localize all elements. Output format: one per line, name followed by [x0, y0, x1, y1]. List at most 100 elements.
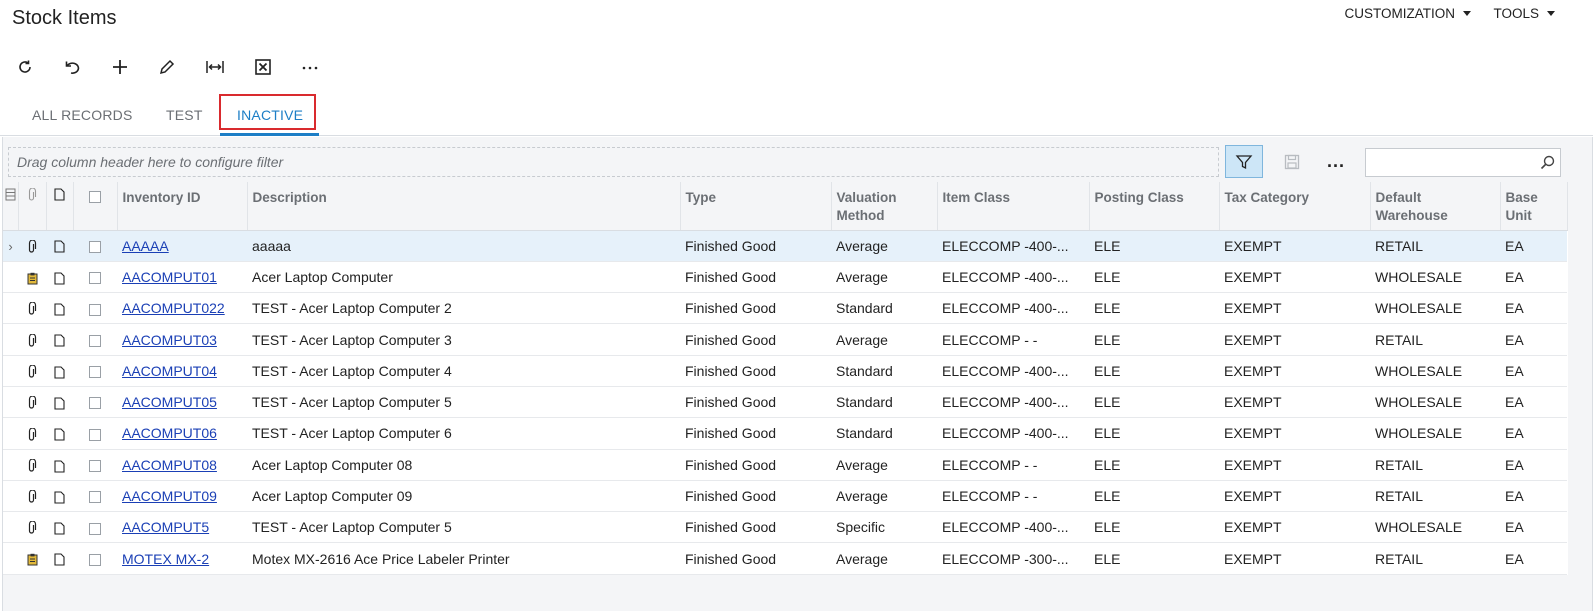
- row-checkbox[interactable]: [89, 334, 101, 347]
- row-checkbox[interactable]: [89, 366, 101, 379]
- more-actions-button[interactable]: [297, 54, 323, 80]
- row-indicator-cell[interactable]: [3, 511, 18, 544]
- attachment-cell[interactable]: [18, 323, 46, 356]
- select-cell[interactable]: [73, 480, 117, 513]
- row-indicator-cell[interactable]: [3, 542, 18, 575]
- attachment-cell[interactable]: [18, 386, 46, 419]
- save-filter-button[interactable]: [1273, 145, 1311, 178]
- tools-menu[interactable]: TOOLS: [1493, 6, 1555, 21]
- select-all-checkbox[interactable]: [89, 191, 101, 204]
- notes-cell[interactable]: [46, 355, 73, 387]
- select-cell[interactable]: [73, 261, 117, 294]
- row-checkbox[interactable]: [89, 272, 101, 285]
- notes-cell[interactable]: [46, 261, 73, 294]
- select-cell[interactable]: [73, 355, 117, 387]
- row-checkbox[interactable]: [89, 522, 101, 535]
- tab-all-records[interactable]: ALL RECORDS: [32, 107, 133, 123]
- attachment-cell[interactable]: [18, 542, 46, 575]
- table-row[interactable]: AACOMPUT03 TEST - Acer Laptop Computer 3F…: [3, 323, 1567, 356]
- notes-cell[interactable]: [46, 417, 73, 450]
- table-row[interactable]: AACOMPUT06 TEST - Acer Laptop Computer 6F…: [3, 417, 1567, 450]
- row-checkbox[interactable]: [89, 553, 101, 566]
- export-excel-button[interactable]: [250, 54, 276, 80]
- attachment-cell[interactable]: [18, 261, 46, 294]
- column-header-posting-class[interactable]: Posting Class: [1089, 182, 1220, 231]
- column-header-valuation-method[interactable]: Valuation Method: [831, 182, 938, 231]
- row-checkbox[interactable]: [89, 303, 101, 316]
- refresh-button[interactable]: [12, 54, 38, 80]
- edit-button[interactable]: [154, 54, 180, 80]
- notes-cell[interactable]: [46, 480, 73, 513]
- select-cell[interactable]: [73, 449, 117, 481]
- customization-menu[interactable]: CUSTOMIZATION: [1345, 6, 1471, 21]
- table-row[interactable]: › AAAAA aaaaa Finished Good Average ELECCOMP …: [3, 230, 1567, 262]
- row-checkbox[interactable]: [89, 460, 101, 473]
- notes-header[interactable]: [46, 182, 74, 231]
- select-cell[interactable]: [73, 292, 117, 325]
- inventory-id-link[interactable]: AACOMPUT04: [122, 363, 217, 379]
- attachment-cell[interactable]: [18, 449, 46, 481]
- inventory-id-link[interactable]: AACOMPUT08: [122, 457, 217, 473]
- search-icon[interactable]: [1539, 154, 1556, 171]
- filter-drop-zone[interactable]: Drag column header here to configure fil…: [8, 147, 1219, 177]
- table-row[interactable]: AACOMPUT09 Acer Laptop Computer 09 Finishe…: [3, 480, 1567, 513]
- attachment-cell[interactable]: [18, 355, 46, 387]
- column-header-description[interactable]: Description: [247, 182, 681, 231]
- select-cell[interactable]: [73, 417, 117, 450]
- inventory-id-link[interactable]: AACOMPUT09: [122, 488, 217, 504]
- inventory-id-link[interactable]: AACOMPUT01: [122, 269, 217, 285]
- attachment-cell[interactable]: [18, 292, 46, 325]
- attachment-cell[interactable]: [18, 230, 46, 262]
- row-indicator-cell[interactable]: [3, 386, 18, 419]
- row-checkbox[interactable]: [89, 491, 101, 504]
- table-row[interactable]: AACOMPUT08 Acer Laptop Computer 08 Finishe…: [3, 449, 1567, 481]
- add-button[interactable]: [107, 54, 133, 80]
- row-indicator-cell[interactable]: [3, 417, 18, 450]
- select-cell[interactable]: [73, 542, 117, 575]
- column-header-inventory-id[interactable]: Inventory ID: [117, 182, 248, 231]
- row-checkbox[interactable]: [89, 428, 101, 441]
- tab-test[interactable]: TEST: [166, 107, 203, 123]
- row-indicator-cell[interactable]: [3, 480, 18, 513]
- column-header-type[interactable]: Type: [680, 182, 832, 231]
- column-header-item-class[interactable]: Item Class: [937, 182, 1090, 231]
- row-indicator-cell[interactable]: [3, 323, 18, 356]
- inventory-id-link[interactable]: AACOMPUT022: [122, 300, 225, 316]
- inventory-id-link[interactable]: AACOMPUT5: [122, 519, 209, 535]
- column-header-base-unit[interactable]: Base Unit: [1500, 182, 1568, 231]
- table-row[interactable]: AACOMPUT022 TEST - Acer Laptop Computer 2…: [3, 292, 1567, 325]
- fit-to-screen-button[interactable]: [202, 54, 228, 80]
- row-selector-header[interactable]: [3, 182, 19, 231]
- row-indicator-cell[interactable]: [3, 292, 18, 325]
- row-indicator-cell[interactable]: [3, 355, 18, 387]
- notes-cell[interactable]: [46, 449, 73, 481]
- notes-cell[interactable]: [46, 386, 73, 419]
- row-indicator-cell[interactable]: ›: [3, 230, 18, 262]
- inventory-id-link[interactable]: AACOMPUT05: [122, 394, 217, 410]
- notes-cell[interactable]: [46, 542, 73, 575]
- row-indicator-cell[interactable]: [3, 449, 18, 481]
- filter-button[interactable]: [1225, 145, 1263, 178]
- grid-more-button[interactable]: ...: [1317, 145, 1355, 178]
- search-input[interactable]: [1366, 149, 1536, 176]
- column-header-tax-category[interactable]: Tax Category: [1219, 182, 1371, 231]
- attachment-cell[interactable]: [18, 511, 46, 544]
- table-row[interactable]: AACOMPUT04 TEST - Acer Laptop Computer 4F…: [3, 355, 1567, 387]
- notes-cell[interactable]: [46, 292, 73, 325]
- row-checkbox[interactable]: [89, 397, 101, 410]
- select-cell[interactable]: [73, 323, 117, 356]
- attachments-header[interactable]: [18, 182, 47, 231]
- inventory-id-link[interactable]: AACOMPUT03: [122, 332, 217, 348]
- notes-cell[interactable]: [46, 230, 73, 262]
- notes-cell[interactable]: [46, 323, 73, 356]
- inventory-id-link[interactable]: AACOMPUT06: [122, 425, 217, 441]
- table-row[interactable]: AACOMPUT05 TEST - Acer Laptop Computer 5F…: [3, 386, 1567, 419]
- table-row[interactable]: MOTEX MX-2 Motex MX-2616 Ace Price Labele…: [3, 542, 1567, 575]
- column-header-default-warehouse[interactable]: Default Warehouse: [1370, 182, 1501, 231]
- undo-button[interactable]: [59, 54, 85, 80]
- select-cell[interactable]: [73, 230, 117, 262]
- attachment-cell[interactable]: [18, 417, 46, 450]
- select-all-header[interactable]: [73, 182, 118, 231]
- inventory-id-link[interactable]: MOTEX MX-2: [122, 551, 209, 567]
- select-cell[interactable]: [73, 386, 117, 419]
